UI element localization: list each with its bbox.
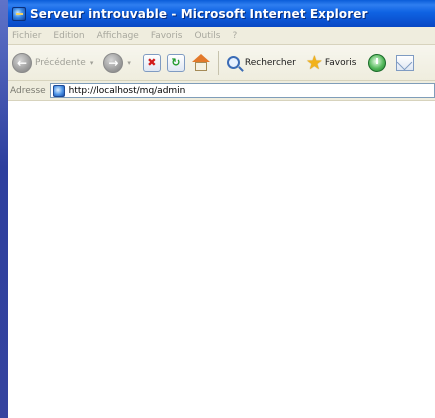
refresh-icon[interactable]: ↻	[166, 53, 185, 72]
standard-toolbar: ← Précédente ▾ → ▾ ✖ ↻ Rechercher ★ Favo…	[8, 45, 435, 81]
search-icon	[226, 56, 240, 69]
address-bar: Adresse http://localhost/mq/admin	[8, 81, 435, 101]
window-title: Serveur introuvable - Microsoft Internet…	[30, 6, 368, 21]
back-arrow-icon: ←	[12, 52, 32, 73]
back-label: Précédente	[35, 57, 86, 68]
stop-icon[interactable]: ✖	[142, 53, 161, 72]
forward-arrow-icon: →	[103, 52, 124, 73]
search-label: Rechercher	[244, 57, 296, 68]
menu-item-edition[interactable]: Edition	[47, 31, 90, 41]
page-content	[8, 101, 435, 418]
menu-item-help[interactable]: ?	[226, 31, 243, 41]
browser-window: Serveur introuvable - Microsoft Internet…	[8, 0, 435, 418]
forward-button[interactable]: → ▾	[103, 52, 131, 73]
mail-icon[interactable]	[396, 54, 415, 71]
menu-item-favoris[interactable]: Favoris	[145, 31, 189, 41]
history-icon[interactable]	[368, 53, 387, 72]
favorites-button[interactable]: ★ Favoris	[304, 51, 357, 74]
page-icon	[52, 84, 65, 97]
menu-bar: Fichier Edition Affichage Favoris Outils…	[8, 27, 435, 45]
star-icon: ★	[305, 51, 323, 74]
internet-explorer-icon	[12, 6, 26, 21]
menu-item-fichier[interactable]: Fichier	[8, 31, 47, 41]
menu-item-affichage[interactable]: Affichage	[91, 31, 145, 41]
back-dropdown-icon[interactable]: ▾	[90, 59, 94, 67]
back-button[interactable]: ← Précédente ▾	[12, 52, 94, 73]
toolbar-separator	[217, 50, 219, 75]
title-bar[interactable]: Serveur introuvable - Microsoft Internet…	[8, 0, 435, 27]
home-icon[interactable]	[191, 53, 211, 72]
forward-dropdown-icon[interactable]: ▾	[127, 59, 131, 67]
address-label: Adresse	[10, 85, 46, 96]
address-input[interactable]: http://localhost/mq/admin	[49, 83, 435, 98]
address-url: http://localhost/mq/admin	[68, 85, 186, 96]
menu-item-outils[interactable]: Outils	[188, 31, 226, 41]
search-button[interactable]: Rechercher	[225, 56, 296, 69]
favorites-label: Favoris	[324, 57, 357, 68]
